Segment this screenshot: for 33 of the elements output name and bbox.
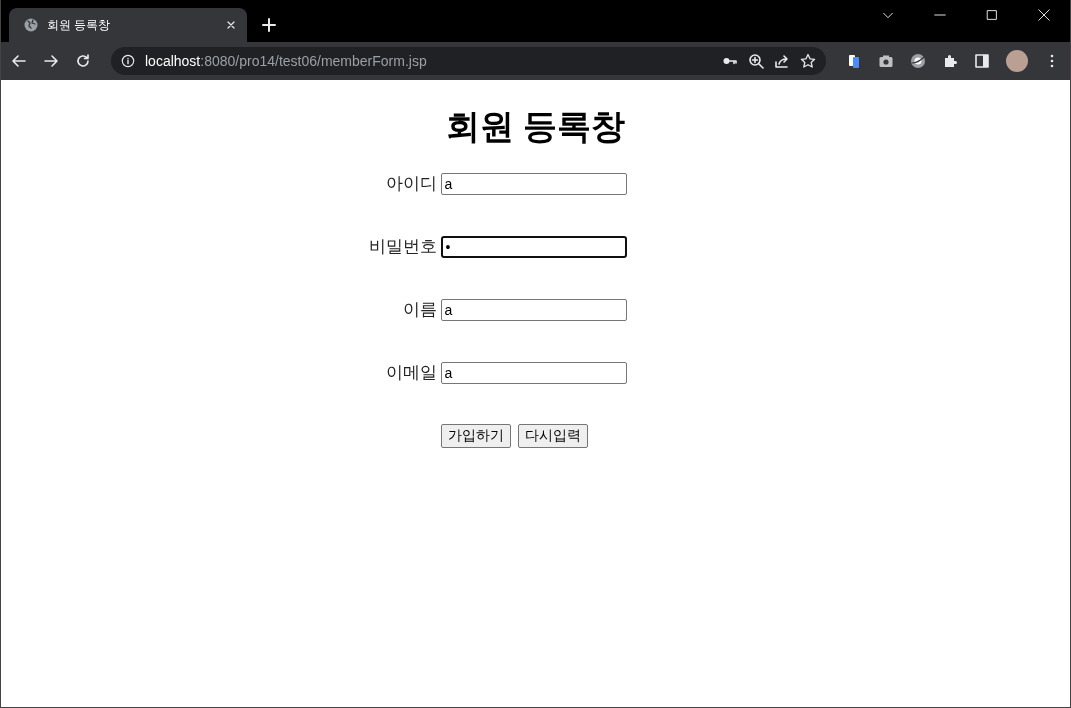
- input-field[interactable]: •: [440, 235, 627, 258]
- forward-icon[interactable]: [43, 53, 59, 69]
- close-icon[interactable]: [1037, 8, 1051, 22]
- reload-icon[interactable]: [75, 53, 91, 69]
- info-icon[interactable]: [121, 54, 135, 68]
- close-icon[interactable]: [225, 19, 237, 31]
- browser-tab[interactable]: 회원 등록창: [9, 8, 247, 42]
- field-label: 이메일: [384, 362, 437, 384]
- page-heading: 회원 등록창: [445, 106, 626, 147]
- maximize-icon[interactable]: [985, 8, 999, 22]
- field-label: 아이디: [384, 173, 437, 195]
- star-icon[interactable]: [800, 53, 816, 69]
- address-bar[interactable]: localhost:8080/pro14/test06/memberForm.jsp: [111, 47, 826, 75]
- field-label: 이름: [401, 299, 437, 321]
- plus-icon[interactable]: [261, 17, 277, 33]
- share-icon[interactable]: [774, 53, 790, 69]
- globe-icon[interactable]: [23, 17, 39, 33]
- zoom-icon[interactable]: [748, 53, 764, 69]
- input-field[interactable]: a: [440, 361, 627, 384]
- form-button[interactable]: 다시입력: [517, 424, 588, 448]
- input-field[interactable]: a: [440, 172, 627, 195]
- side-panel-icon[interactable]: [974, 53, 990, 69]
- profile-avatar[interactable]: [1006, 50, 1028, 72]
- planet-icon[interactable]: [910, 53, 926, 69]
- camera-icon[interactable]: [878, 53, 894, 69]
- input-field[interactable]: a: [440, 298, 627, 321]
- form-button[interactable]: 가입하기: [440, 424, 511, 448]
- field-label: 비밀번호: [367, 236, 437, 258]
- back-icon[interactable]: [11, 53, 27, 69]
- extension-files-icon[interactable]: [846, 53, 862, 69]
- puzzle-icon[interactable]: [942, 53, 958, 69]
- url-text: localhost:8080/pro14/test06/memberForm.jsp: [145, 53, 428, 69]
- tab-title: 회원 등록창: [47, 16, 112, 34]
